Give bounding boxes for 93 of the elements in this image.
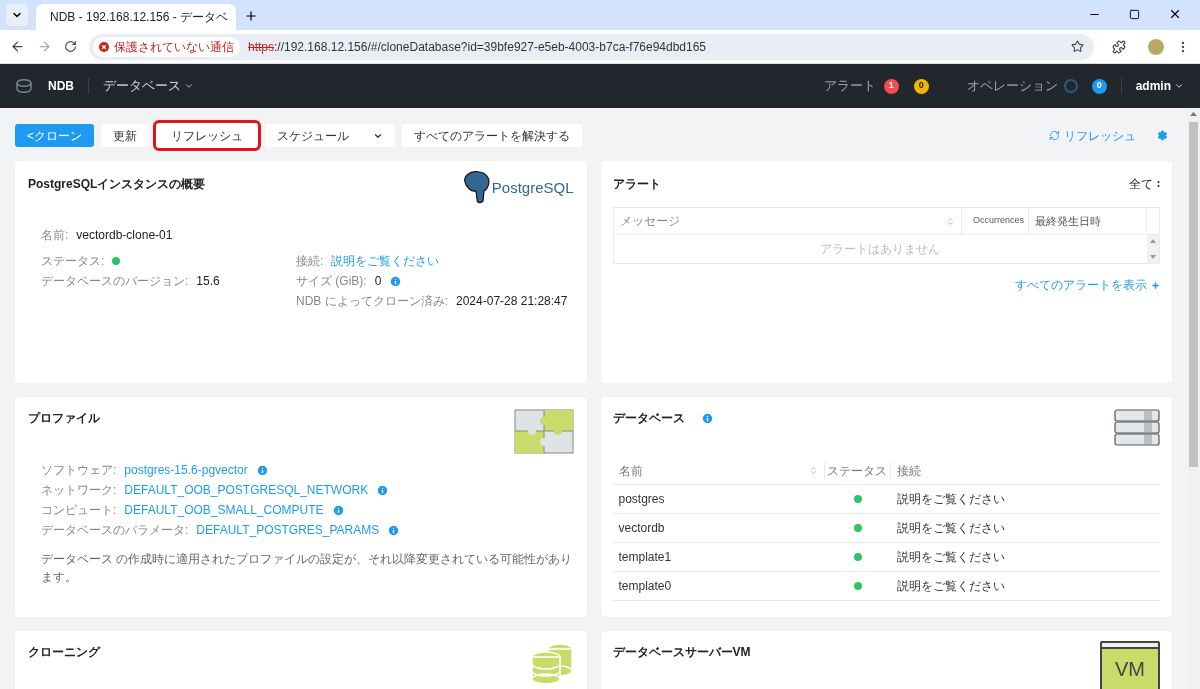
table-cell-text: 説明をご覧ください (895, 491, 1006, 508)
info-icon[interactable] (376, 483, 390, 497)
profile-avatar[interactable] (1148, 38, 1164, 55)
database-coins-icon (529, 643, 574, 685)
field-label: ネットワーク: (41, 482, 117, 499)
count-badge[interactable]: 1 (883, 78, 899, 94)
sort-icon[interactable] (808, 466, 818, 475)
reload-icon[interactable] (64, 40, 77, 53)
info-icon[interactable] (389, 274, 403, 288)
toolbar-button[interactable]: すべてのアラートを解決する (402, 124, 582, 147)
table-cell-text: template0 (617, 578, 673, 595)
table-cell-text: 説明をご覧ください (895, 549, 1006, 566)
nav-menu[interactable]: データベース (103, 76, 194, 96)
field-value: 15.6 (196, 273, 220, 290)
field-value: 2024-07-28 21:28:47 (456, 293, 568, 310)
chevron-down-icon (184, 81, 194, 91)
card-title: クローニング (28, 644, 100, 661)
tab-list-button[interactable] (6, 4, 28, 26)
table-cell-text: vectordb (617, 520, 666, 537)
database-stack-icon (1114, 409, 1160, 447)
scrollbar-thumb[interactable] (1189, 122, 1198, 467)
settings-icon[interactable] (1157, 130, 1168, 141)
card-title: プロファイル (28, 410, 100, 427)
toolbar-button[interactable]: リフレッシュ (156, 123, 258, 148)
progress-ring-icon (1063, 79, 1078, 93)
toolbar-button[interactable]: スケジュール (265, 124, 395, 147)
card-title: データベースサーバーVM (612, 644, 751, 661)
card-title: アラート (612, 176, 661, 193)
table-cell-text: 説明をご覧ください (895, 578, 1006, 595)
field-link[interactable]: 説明をご覧ください (331, 252, 440, 270)
bookmark-star-icon[interactable] (1071, 40, 1084, 53)
info-icon[interactable] (700, 411, 714, 425)
field-label: コンピュート: (41, 502, 117, 519)
forward-icon[interactable] (37, 39, 52, 54)
warning-icon (99, 41, 109, 52)
field-label: データベースのパラメータ: (41, 522, 189, 539)
column-header[interactable]: メッセージ (619, 212, 946, 230)
vm-label: VM (1114, 657, 1146, 682)
field-value: 0 (374, 273, 382, 290)
filter-dropdown[interactable]: 全て (1129, 175, 1160, 193)
field-label: 接続: (296, 253, 324, 270)
logo-text: PostgreSQL (491, 177, 574, 198)
table-cell-text: template1 (617, 549, 673, 566)
database-logo-icon (16, 78, 32, 94)
url-scheme: https (248, 38, 274, 56)
alerts-label[interactable]: アラート (823, 76, 876, 96)
info-icon[interactable] (331, 503, 345, 517)
back-icon[interactable] (10, 39, 25, 54)
field-link[interactable]: DEFAULT_OOB_POSTGRESQL_NETWORK (124, 481, 369, 499)
security-chip[interactable]: 保護されていない通信 (93, 36, 240, 57)
count-badge[interactable]: 0 (913, 78, 929, 94)
field-label: ステータス: (41, 253, 105, 270)
column-header[interactable]: Occurrences (962, 208, 1029, 234)
brand-name: NDB (48, 78, 74, 95)
profile-note: データベース の作成時に適用されたプロファイルの設定が、それ以降変更されている可能性があります。 (41, 551, 574, 586)
field-label: ソフトウェア: (41, 462, 117, 479)
maximize-icon[interactable] (1129, 8, 1140, 20)
new-tab-icon[interactable] (244, 9, 258, 23)
info-icon[interactable] (387, 523, 401, 537)
column-header[interactable]: ステータス (824, 461, 891, 480)
info-icon[interactable] (255, 463, 269, 477)
column-header[interactable]: 名前 (618, 461, 809, 480)
user-menu[interactable]: admin (1135, 77, 1184, 95)
url-text: ://192.168.12.156/#/cloneDatabase?id=39bfe927-e5eb-4003-b7ca-f76e94dbd165 (274, 38, 707, 56)
operations-label[interactable]: オペレーション (966, 76, 1058, 96)
table-cell-text: postgres (617, 491, 666, 508)
table-cell-text: 説明をご覧ください (895, 520, 1006, 537)
field-link[interactable]: postgres-15.6-pgvector (124, 461, 248, 479)
address-field[interactable]: 保護されていない通信 https://192.168.12.156/#/cloneDatabase?id=39bfe927-e5eb-4003-b7ca-f76e94dbd165 (89, 33, 1094, 60)
plus-icon (1151, 280, 1160, 290)
empty-message: アラートはありません (819, 241, 942, 258)
card-title: PostgreSQLインスタンスの概要 (28, 176, 206, 193)
field-label: NDB によってクローン済み: (296, 293, 448, 310)
sort-icon[interactable] (946, 216, 955, 226)
extensions-icon[interactable] (1112, 39, 1126, 54)
chevron-down-icon (1174, 81, 1184, 91)
field-label: サイズ (GiB): (296, 273, 367, 290)
column-header[interactable]: 接続 (890, 461, 927, 480)
kebab-icon (1157, 180, 1160, 188)
column-header[interactable]: 最終発生日時 (1029, 208, 1147, 234)
close-icon[interactable] (1168, 7, 1182, 21)
scroll-up-arrow-icon[interactable] (1190, 112, 1197, 116)
elephant-icon (462, 171, 491, 205)
tab-title: NDB - 192.168.12.156 - データベ (50, 9, 229, 26)
browser-tab[interactable]: NDB - 192.168.12.156 - データベ (36, 4, 236, 30)
card-title: データベース (612, 410, 685, 427)
field-value: vectordb-clone-01 (76, 227, 173, 244)
toolbar-button[interactable]: 更新 (101, 124, 149, 147)
refresh-icon (1049, 130, 1060, 141)
field-label: 名前: (41, 227, 69, 244)
field-label: データベースのバージョン: (41, 273, 189, 290)
puzzle-icon (513, 409, 574, 454)
view-all-alerts-link[interactable]: すべてのアラートを表示 (1015, 276, 1160, 294)
